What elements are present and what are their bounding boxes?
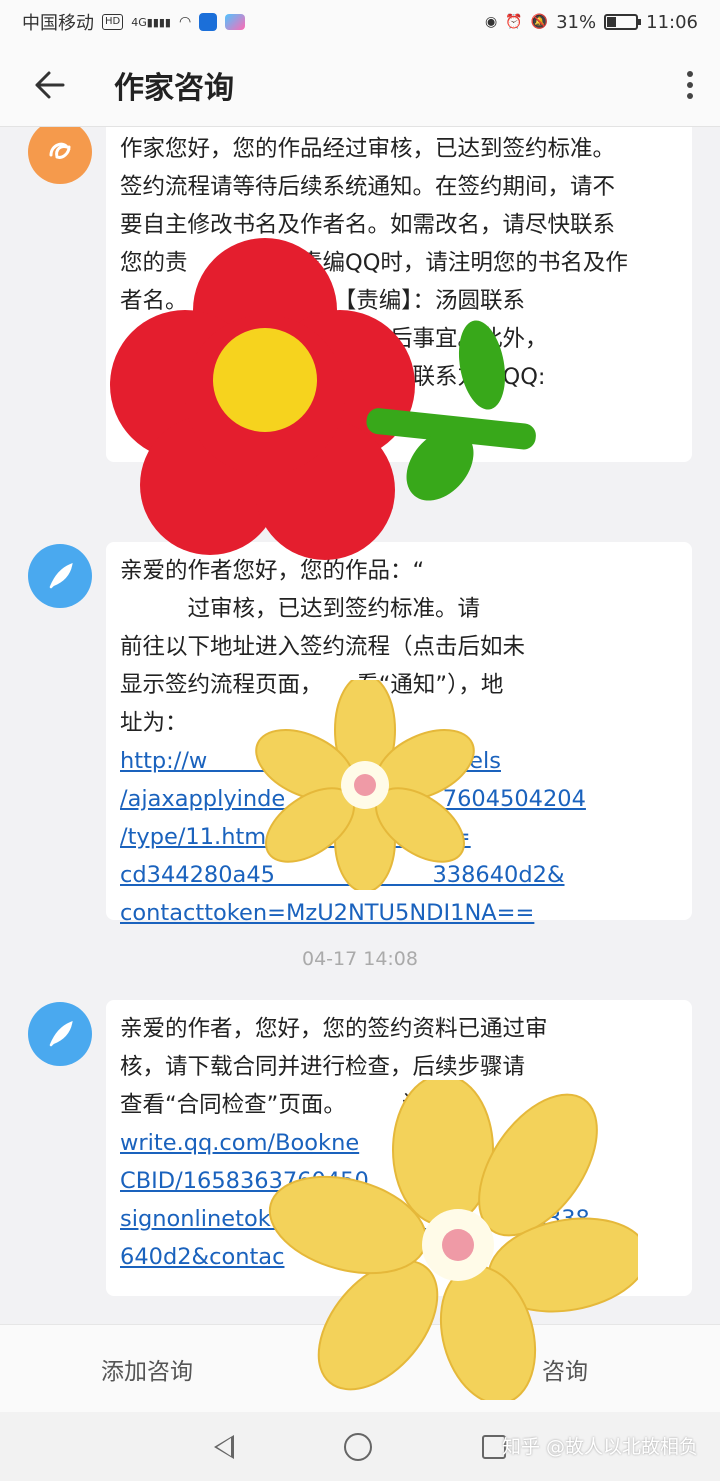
mute-icon: 🔕: [530, 14, 549, 30]
message-line: 前往以下地址进入签约流程（点击后如未: [120, 634, 526, 660]
yellow-flower-sticker: [255, 680, 475, 890]
feather-icon: [28, 544, 92, 608]
watermark: 知乎 @故人以北故相负: [501, 1436, 698, 1458]
app-notification-icon-2: [225, 14, 246, 30]
app-header: 作家咨询: [0, 44, 720, 126]
message-line: 亲爱的作者，您好，您的签约资料已通过审: [120, 1016, 548, 1042]
brand-logo-icon: [49, 142, 71, 159]
yellow-flower-sticker-large: [268, 1080, 638, 1400]
red-flower-sticker: [110, 238, 536, 560]
nav-home-icon[interactable]: [344, 1432, 372, 1461]
feather-icon: [28, 1002, 92, 1066]
carrier-label: 中国移动: [22, 13, 94, 34]
battery-icon: [604, 14, 642, 30]
nav-back-icon[interactable]: [214, 1434, 234, 1459]
signal-icon: 4G▮▮▮▮: [131, 15, 171, 29]
battery-percent: 31%: [556, 11, 597, 33]
app-notification-icon: [199, 13, 218, 31]
message-timestamp: 04-17 14:08: [301, 948, 418, 970]
page-title: 作家咨询: [114, 71, 234, 106]
alarm-icon: ⏰: [505, 14, 523, 30]
eye-icon: ◉: [485, 14, 498, 30]
wifi-icon: ◠: [178, 14, 192, 30]
clock: 11:06: [646, 11, 698, 33]
back-arrow-icon[interactable]: [0, 44, 100, 126]
hd-badge: HD: [102, 14, 124, 30]
signing-link[interactable]: contacttoken=MzU2NTU5NDI1NA==: [120, 894, 678, 932]
more-vertical-icon[interactable]: [660, 44, 720, 126]
message-line: 过审核，已达到签约标准。请: [120, 596, 481, 622]
message-line: 签约流程请等待后续系统通知。在签约期间，请不: [120, 174, 616, 200]
add-consultation-button[interactable]: 添加咨询: [0, 1352, 294, 1386]
message-line: 作家您好，您的作品经过审核，已达到签约标准。: [120, 136, 616, 162]
status-bar: 中国移动 HD 4G▮▮▮▮ ◠ ◉ ⏰ 🔕 31% 11:06: [0, 0, 720, 44]
avatar: [28, 126, 92, 184]
